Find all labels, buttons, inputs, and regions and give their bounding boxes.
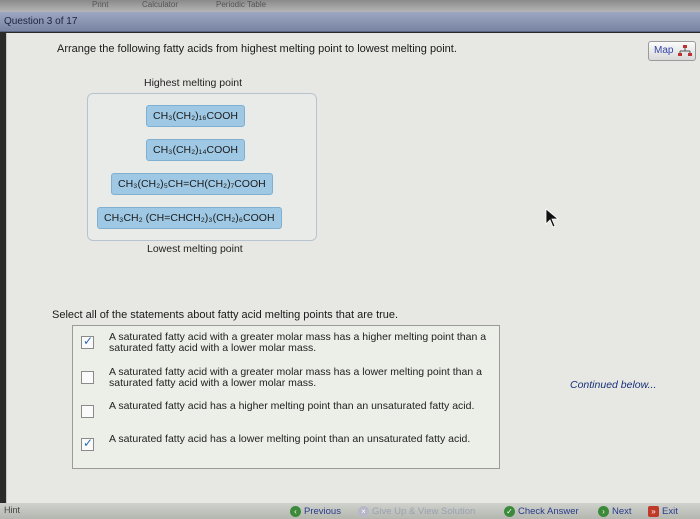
statement-option-4[interactable]: ✓ A saturated fatty acid has a lower mel… xyxy=(73,432,501,466)
exit-button[interactable]: » Exit xyxy=(648,504,678,518)
lowest-melting-label: Lowest melting point xyxy=(147,243,243,255)
statement-text-1: A saturated fatty acid with a greater mo… xyxy=(109,331,487,354)
hint-label: Hint xyxy=(4,505,21,515)
next-label: Next xyxy=(612,505,632,517)
previous-button[interactable]: ‹ Previous xyxy=(290,504,341,518)
mouse-cursor-icon xyxy=(545,208,559,228)
statements-prompt: Select all of the statements about fatty… xyxy=(52,309,399,321)
ranking-prompt: Arrange the following fatty acids from h… xyxy=(57,43,457,55)
checkmark-icon: ✓ xyxy=(83,436,94,450)
exit-icon: » xyxy=(648,505,659,517)
previous-arrow-icon: ‹ xyxy=(290,505,301,517)
fatty-acid-item-2[interactable]: CH₃(CH₂)₁₄COOH xyxy=(146,139,246,161)
map-button[interactable]: Map xyxy=(648,41,696,61)
statement-text-2: A saturated fatty acid with a greater mo… xyxy=(109,366,482,389)
fatty-acid-item-1[interactable]: CH₃(CH₂)₁₆COOH xyxy=(146,105,245,127)
give-up-label: Give Up & View Solution xyxy=(372,505,476,517)
statement-checkbox-2[interactable] xyxy=(81,371,94,384)
highest-melting-label: Highest melting point xyxy=(144,77,243,89)
statement-checkbox-1[interactable]: ✓ xyxy=(81,334,94,349)
next-arrow-icon: › xyxy=(598,505,609,517)
statement-text-3: A saturated fatty acid has a higher melt… xyxy=(109,400,475,412)
fatty-acid-item-3[interactable]: CH₃(CH₂)₅CH=CH(CH₂)₇COOH xyxy=(111,173,273,195)
print-link[interactable]: Print xyxy=(92,0,108,10)
check-icon: ✓ xyxy=(504,505,515,517)
checkmark-icon: ✓ xyxy=(83,334,94,348)
question-counter: Question 3 of 17 xyxy=(4,16,78,27)
statement-option-1[interactable]: ✓ A saturated fatty acid with a greater … xyxy=(73,330,501,364)
check-answer-label: Check Answer xyxy=(518,505,579,517)
statement-text-4: A saturated fatty acid has a lower melti… xyxy=(109,433,471,445)
next-button[interactable]: › Next xyxy=(598,504,632,518)
give-up-button[interactable]: × Give Up & View Solution xyxy=(358,504,475,518)
calculator-link[interactable]: Calculator xyxy=(142,0,178,10)
check-answer-button[interactable]: ✓ Check Answer xyxy=(504,504,579,518)
map-icon xyxy=(678,45,692,56)
periodic-table-link[interactable]: Periodic Table xyxy=(216,0,266,10)
statement-option-2[interactable]: A saturated fatty acid with a greater mo… xyxy=(73,365,501,399)
statement-option-3[interactable]: A saturated fatty acid has a higher melt… xyxy=(73,399,501,433)
browser-tab-strip: Print Calculator Periodic Table xyxy=(0,0,700,12)
bottom-nav-bar xyxy=(0,503,700,519)
give-up-icon: × xyxy=(358,505,369,517)
statements-list: ✓ A saturated fatty acid with a greater … xyxy=(72,325,500,469)
hint-button[interactable]: Hint xyxy=(4,505,20,515)
previous-label: Previous xyxy=(304,505,341,517)
map-button-label: Map xyxy=(654,45,674,56)
fatty-acid-item-4[interactable]: CH₃CH₂ (CH=CHCH₂)₃(CH₂)₆COOH xyxy=(97,207,282,229)
statement-checkbox-4[interactable]: ✓ xyxy=(81,436,94,451)
question-header-bar: Question 3 of 17 xyxy=(0,12,700,32)
exit-label: Exit xyxy=(662,505,678,517)
statement-checkbox-3[interactable] xyxy=(81,405,94,418)
continued-below-note: Continued below... xyxy=(570,379,657,391)
